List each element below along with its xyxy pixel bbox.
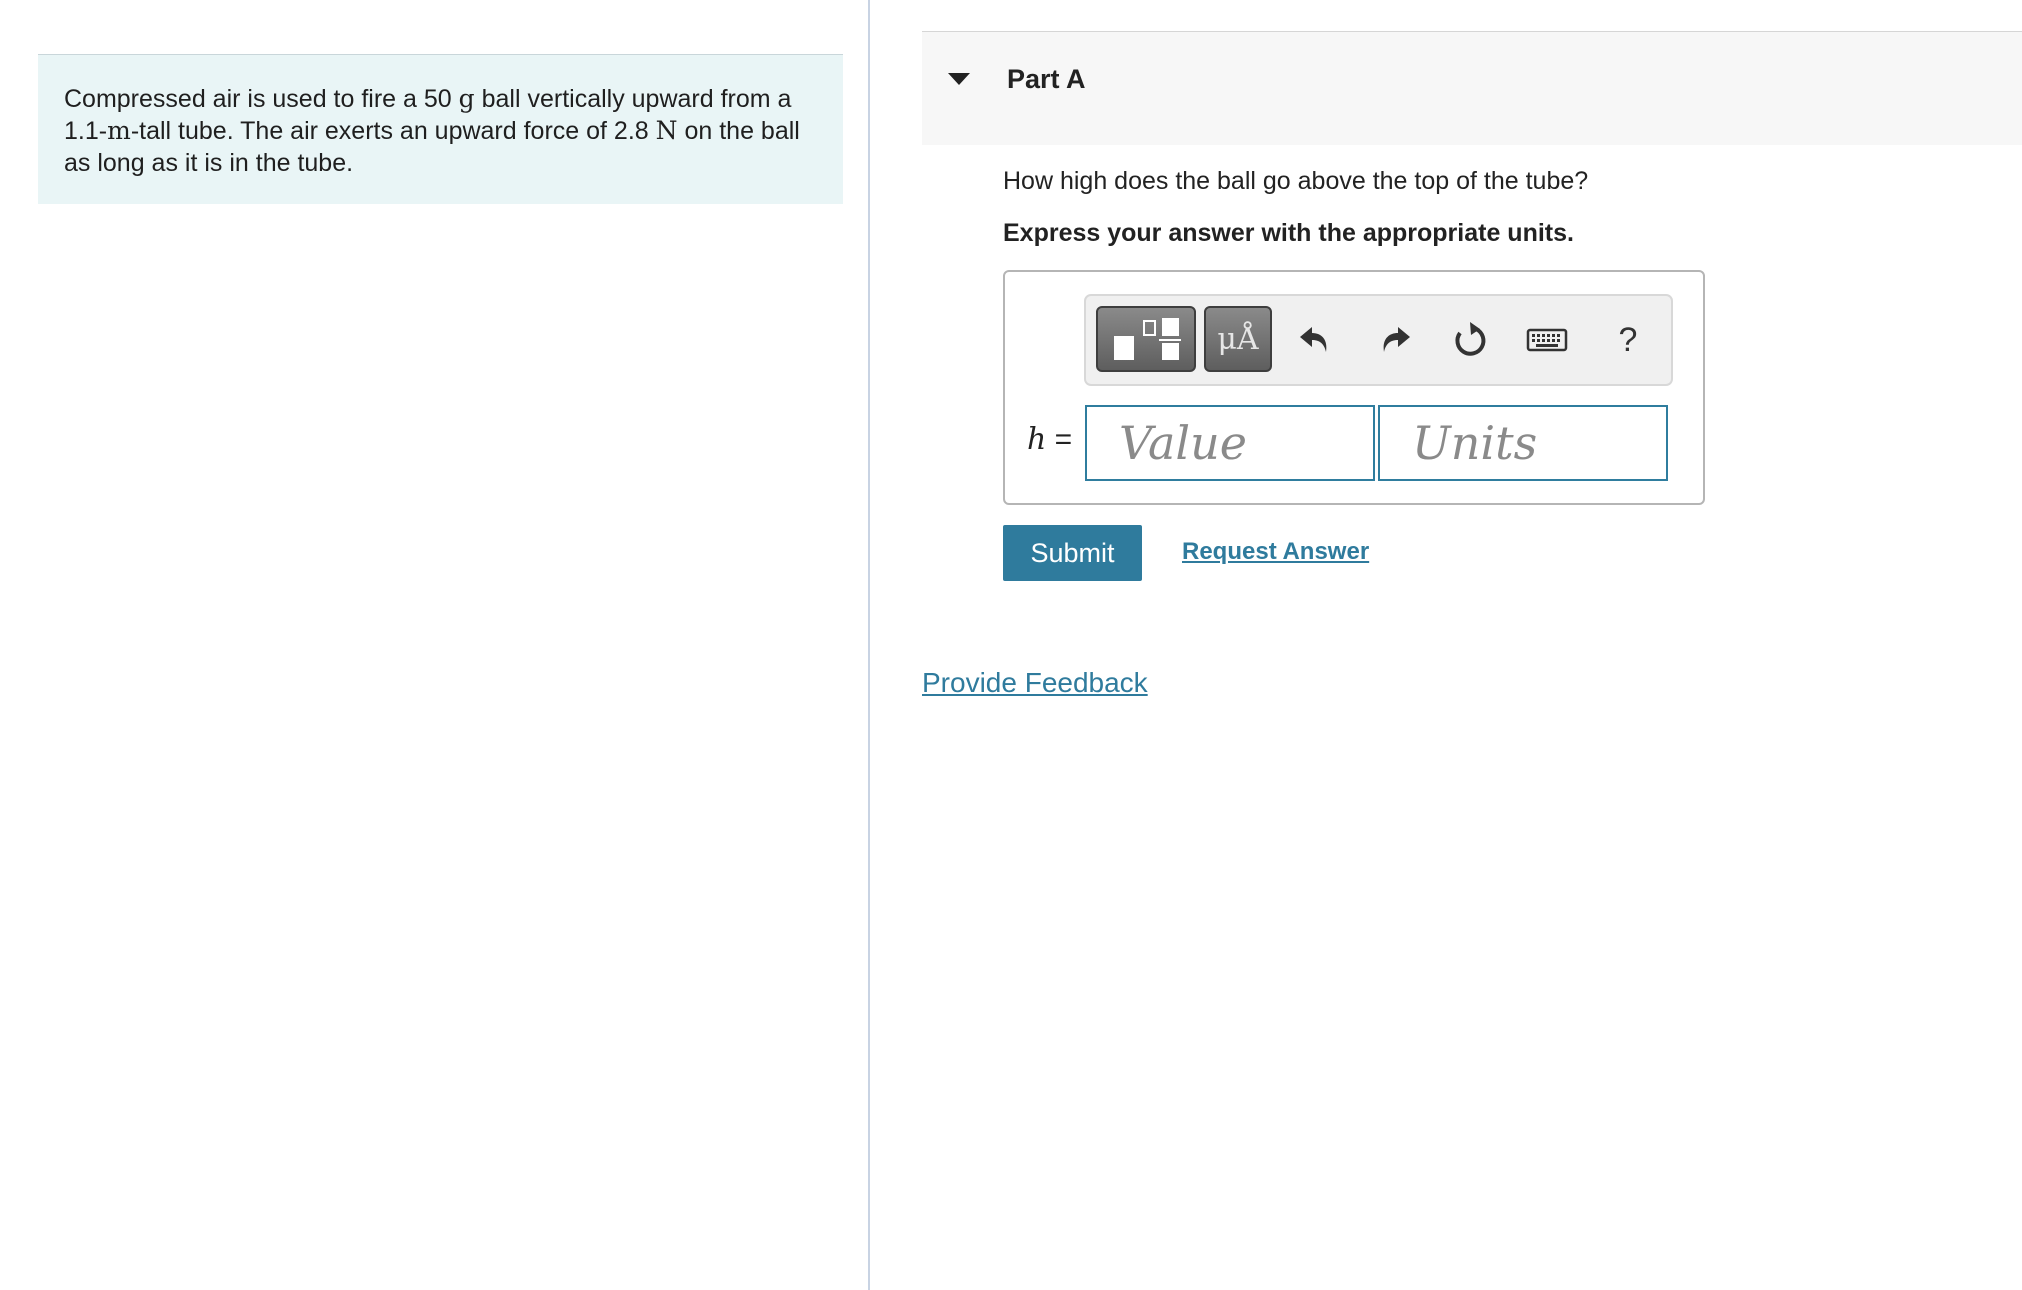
fraction-templates-icon: [1114, 318, 1181, 360]
pane-divider[interactable]: [868, 0, 870, 1290]
part-a-header[interactable]: Part A: [922, 31, 2022, 145]
variable-symbol: h: [1027, 422, 1047, 457]
unit-newtons: N: [655, 116, 678, 145]
request-answer-link[interactable]: Request Answer: [1182, 538, 1369, 566]
part-title: Part A: [1007, 64, 1086, 94]
help-icon[interactable]: ?: [1608, 318, 1648, 362]
math-toolbar: μÅ ?: [1084, 294, 1673, 386]
units-input[interactable]: [1378, 405, 1668, 481]
redo-icon[interactable]: [1372, 318, 1416, 362]
reset-icon[interactable]: [1448, 318, 1492, 362]
unit-meters: m: [107, 116, 131, 145]
question-text: How high does the ball go above the top …: [1003, 167, 1589, 195]
keyboard-icon[interactable]: [1526, 322, 1568, 358]
equals-sign: =: [1046, 423, 1073, 456]
undo-icon[interactable]: [1294, 318, 1338, 362]
unit-grams: g: [458, 84, 475, 113]
provide-feedback-link[interactable]: Provide Feedback: [922, 667, 1148, 699]
symbols-label: μÅ: [1217, 322, 1259, 357]
answer-box: μÅ ? h =: [1003, 270, 1705, 505]
problem-text-1: Compressed air is used to fire a 50: [64, 85, 459, 113]
answer-variable-label: h =: [1027, 422, 1072, 457]
templates-button[interactable]: [1096, 306, 1196, 372]
symbols-button[interactable]: μÅ: [1204, 306, 1272, 372]
problem-pane: Compressed air is used to fire a 50 g ba…: [0, 0, 868, 1290]
value-input[interactable]: [1085, 405, 1375, 481]
submit-button[interactable]: Submit: [1003, 525, 1142, 581]
collapse-caret-icon[interactable]: [948, 73, 970, 85]
problem-statement: Compressed air is used to fire a 50 g ba…: [38, 54, 843, 204]
answer-instruction: Express your answer with the appropriate…: [1003, 219, 1574, 247]
problem-text-3: -tall tube. The air exerts an upward for…: [130, 117, 656, 145]
